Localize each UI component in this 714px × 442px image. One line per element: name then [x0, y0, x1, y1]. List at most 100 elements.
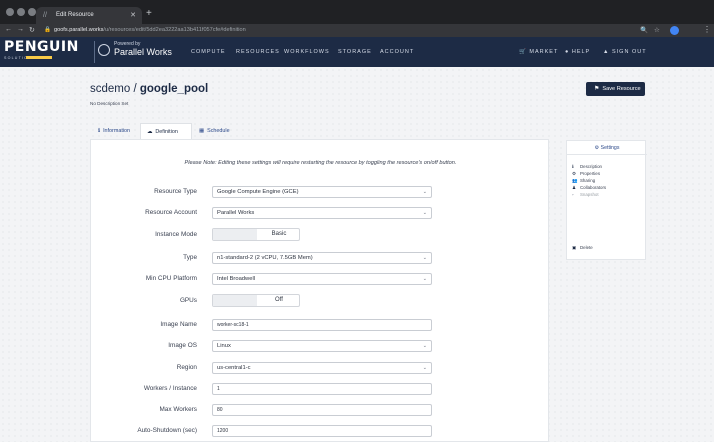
sidebar-item-delete[interactable]: ▣ Delete [572, 245, 593, 251]
min-cpu-select[interactable]: Intel Broadwell ⌄ [212, 273, 432, 285]
chevron-down-icon: ⌄ [422, 365, 427, 371]
auto-shutdown-label: Auto-Shutdown (sec) [137, 427, 197, 434]
page-body: scdemo / google_pool No Description Set … [0, 67, 714, 442]
nav-help-label: HELP [571, 49, 591, 55]
image-name-input[interactable]: worker-sc18-1 [212, 319, 432, 331]
parallelworks-favicon-icon: // [43, 12, 47, 19]
image-os-select[interactable]: Linux ⌄ [212, 340, 432, 352]
image-name-label: Image Name [160, 321, 197, 328]
definition-panel: Please Note: Editing these settings will… [90, 139, 549, 442]
help-icon: ● [565, 49, 572, 55]
tab-information[interactable]: ℹ Information [90, 123, 140, 139]
gpus-label: GPUs [179, 297, 197, 304]
min-cpu-value: Intel Broadwell [217, 276, 256, 282]
browser-titlebar: // Edit Resource ✕ + [0, 0, 714, 24]
bookmark-star-icon[interactable]: ☆ [654, 26, 660, 34]
resource-account-value: Parallel Works [217, 210, 255, 216]
users-icon: 👥 [572, 178, 578, 183]
title-owner: scdemo / [90, 83, 140, 95]
type-select[interactable]: n1-standard-2 (2 vCPU, 7.5GB Mem) ⌄ [212, 252, 432, 264]
forward-icon[interactable]: → [17, 26, 24, 33]
gpus-toggle[interactable]: Off [212, 294, 300, 307]
title-resource-name: google_pool [139, 83, 209, 95]
calendar-icon: ▦ [199, 128, 205, 134]
region-label: Region [176, 364, 197, 371]
nav-sign-out-label: SIGN OUT [611, 49, 647, 55]
sidebar-item-properties[interactable]: ⚙ Properties [572, 171, 600, 177]
sidebar-item-sharing[interactable]: 👥 Sharing [572, 178, 595, 184]
parallelworks-name: Parallel Works [114, 47, 172, 57]
nav-market[interactable]: 🛒 MARKET [519, 49, 558, 55]
info-icon: ℹ [572, 164, 574, 169]
brand-accent-bar [26, 56, 52, 59]
back-icon[interactable]: ← [5, 26, 12, 33]
max-workers-input[interactable]: 80 [212, 404, 432, 416]
toggle-knob [213, 229, 257, 240]
min-cpu-label: Min CPU Platform [145, 275, 197, 282]
reload-icon[interactable]: ↻ [29, 26, 35, 34]
extension-icon[interactable] [670, 26, 679, 35]
gpus-value: Off [275, 297, 283, 303]
page-title: scdemo / google_pool [90, 83, 208, 95]
save-resource-button[interactable]: ⚑ Save Resource [586, 82, 645, 96]
nav-account[interactable]: ACCOUNT [380, 49, 414, 55]
cart-icon: 🛒 [519, 49, 530, 55]
chevron-down-icon: ⌄ [422, 210, 427, 216]
nav-resources[interactable]: RESOURCES [236, 49, 280, 55]
toggle-knob [213, 295, 257, 306]
maximize-window-button[interactable] [28, 8, 36, 16]
tab-schedule[interactable]: ▦ Schedule [192, 123, 238, 139]
workers-instance-label: Workers / Instance [143, 385, 197, 392]
nav-storage[interactable]: STORAGE [338, 49, 372, 55]
resource-type-select[interactable]: Google Compute Engine (GCE) ⌄ [212, 186, 432, 198]
nav-workflows[interactable]: WORKFLOWS [284, 49, 330, 55]
tab-schedule-label: Schedule [207, 128, 230, 134]
image-os-value: Linux [217, 343, 231, 349]
workers-instance-input[interactable]: 1 [212, 383, 432, 395]
sidebar-item-snapshot[interactable]: ◦ Snapshot [572, 192, 599, 197]
tab-definition[interactable]: ☁ Definition [140, 123, 192, 139]
parallelworks-logo-icon [98, 44, 110, 56]
settings-sidebar: ⚙ Settings ℹ Description ⚙ Properties 👥 Sha… [566, 140, 647, 260]
nav-compute[interactable]: COMPUTE [191, 49, 226, 55]
sidebar-item-label: Snapshot [580, 192, 599, 197]
settings-header[interactable]: ⚙ Settings [567, 141, 647, 155]
instance-mode-label: Instance Mode [155, 231, 197, 238]
url-path: /u/resources/edit/5dd2ea3222aa13b411f057… [103, 27, 246, 33]
close-tab-icon[interactable]: ✕ [130, 11, 136, 19]
lock-icon: 🔒 [44, 27, 51, 33]
trash-icon: ▣ [572, 245, 577, 250]
flag-icon: ⚑ [594, 86, 600, 92]
brand-name: PENGUIN [4, 39, 79, 55]
browser-menu-icon[interactable]: ⋮ [703, 25, 711, 34]
browser-tab[interactable]: // Edit Resource ✕ [36, 7, 142, 24]
tab-definition-label: Definition [155, 129, 178, 135]
chevron-down-icon: ⌄ [422, 276, 427, 282]
resource-account-select[interactable]: Parallel Works ⌄ [212, 207, 432, 219]
user-icon: ♟ [572, 185, 576, 190]
sidebar-item-label: Description [580, 164, 602, 169]
auto-shutdown-input[interactable]: 1200 [212, 425, 432, 437]
address-bar[interactable]: 🔒 goofs.parallel.works/u/resources/edit/5… [44, 25, 644, 36]
chevron-down-icon: ⌄ [422, 343, 427, 349]
nav-help[interactable]: ● HELP [565, 49, 590, 55]
chevron-down-icon: ⌄ [422, 189, 427, 195]
settings-header-label: Settings [600, 145, 620, 151]
nav-sign-out[interactable]: ▲ SIGN OUT [603, 49, 647, 55]
tab-information-label: Information [103, 128, 131, 134]
page-description: No Description Set [90, 101, 129, 106]
sidebar-item-collaborators[interactable]: ♟ Collaborators [572, 185, 606, 191]
cloud-icon: ☁ [147, 129, 153, 135]
region-select[interactable]: us-central1-c ⌄ [212, 362, 432, 374]
browser-window: // Edit Resource ✕ + ← → ↻ 🔒 goofs.parall… [0, 0, 714, 442]
close-window-button[interactable] [6, 8, 14, 16]
zoom-icon[interactable]: 🔍 [640, 26, 648, 34]
sidebar-item-label: Properties [580, 171, 601, 176]
save-resource-label: Save Resource [602, 86, 641, 92]
new-tab-icon[interactable]: + [146, 9, 152, 19]
type-value: n1-standard-2 (2 vCPU, 7.5GB Mem) [217, 255, 313, 261]
minimize-window-button[interactable] [17, 8, 25, 16]
instance-mode-toggle[interactable]: Basic [212, 228, 300, 241]
resource-type-value: Google Compute Engine (GCE) [217, 189, 299, 195]
sidebar-item-description[interactable]: ℹ Description [572, 164, 602, 170]
